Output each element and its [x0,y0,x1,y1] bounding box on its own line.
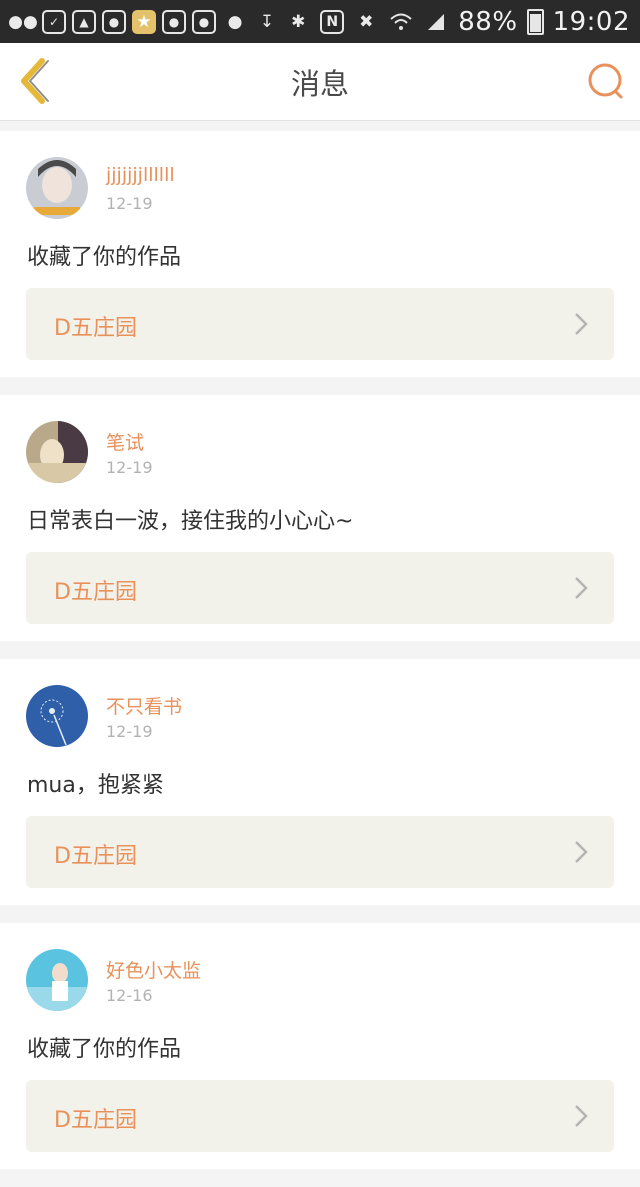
message-text: mua，抱紧紧 [27,773,164,798]
message-date: 12-16 [106,986,153,1005]
paw-icon: ● [102,10,126,34]
chat-bubble-icon: ●● [8,12,38,32]
message-card: jjjjjjjllllll 12-19 收藏了你的作品 D五庄园 [0,131,640,377]
username[interactable]: jjjjjjjllllll [106,164,175,186]
mute-icon: ✖ [359,12,374,32]
search-button[interactable] [586,61,626,101]
notification-icons: ●● ✓ ▲ ● ★ ● ● ● ↧ [8,7,280,37]
message-date: 12-19 [106,458,153,477]
battery-percent: 88% [458,7,518,37]
message-list: jjjjjjjllllll 12-19 收藏了你的作品 D五庄园 笔试 12-1… [0,131,640,1187]
message-card: 不只看书 12-19 mua，抱紧紧 D五庄园 [0,659,640,905]
work-link[interactable]: D五庄园 [26,816,614,888]
avatar[interactable] [26,157,88,219]
username[interactable]: 笔试 [106,428,144,455]
work-link[interactable]: D五庄园 [26,552,614,624]
avatar[interactable] [26,685,88,747]
avatar[interactable] [26,949,88,1011]
work-link[interactable]: D五庄园 [26,1080,614,1152]
work-title: D五庄园 [54,316,137,341]
message-text: 收藏了你的作品 [27,245,182,270]
work-link[interactable]: D五庄园 [26,288,614,360]
battery-icon [526,9,544,35]
message-date: 12-19 [106,194,153,213]
search-icon [588,63,623,99]
checklist-icon: ✓ [42,10,66,34]
message-text: 收藏了你的作品 [27,1037,182,1062]
message-card: 笔试 12-19 日常表白一波，接住我的小心心~ D五庄园 [0,395,640,641]
wechat-icon: ● [227,12,243,32]
message-text: 日常表白一波，接住我的小心心~ [27,509,354,534]
chevron-right-icon [575,841,588,863]
image-icon: ▲ [72,10,96,34]
username[interactable]: 好色小太监 [106,956,201,983]
paw-icon: ● [162,10,186,34]
username[interactable]: 不只看书 [106,692,182,719]
page-title: 消息 [290,67,349,101]
work-title: D五庄园 [54,844,137,869]
paw-icon: ● [192,10,216,34]
system-status: ✱ N ✖ 88% 19:02 [285,5,630,39]
wifi-icon [388,9,414,35]
work-title: D五庄园 [54,1108,137,1133]
status-bar: ●● ✓ ▲ ● ★ ● ● ● ↧ ✱ N ✖ 88% 19:02 [0,0,640,43]
work-title: D五庄园 [54,580,137,605]
signal-icon [423,9,449,35]
download-icon: ↧ [259,12,275,32]
message-card: 好色小太监 12-16 收藏了你的作品 D五庄园 [0,923,640,1169]
bluetooth-icon: ✱ [291,12,306,32]
chevron-right-icon [575,313,588,335]
nfc-icon: N [320,10,345,34]
chevron-right-icon [575,1105,588,1127]
star-icon: ★ [132,10,156,34]
nav-bar: 消息 [0,43,640,121]
clock: 19:02 [552,7,630,37]
message-date: 12-19 [106,722,153,741]
avatar[interactable] [26,421,88,483]
chevron-right-icon [575,577,588,599]
